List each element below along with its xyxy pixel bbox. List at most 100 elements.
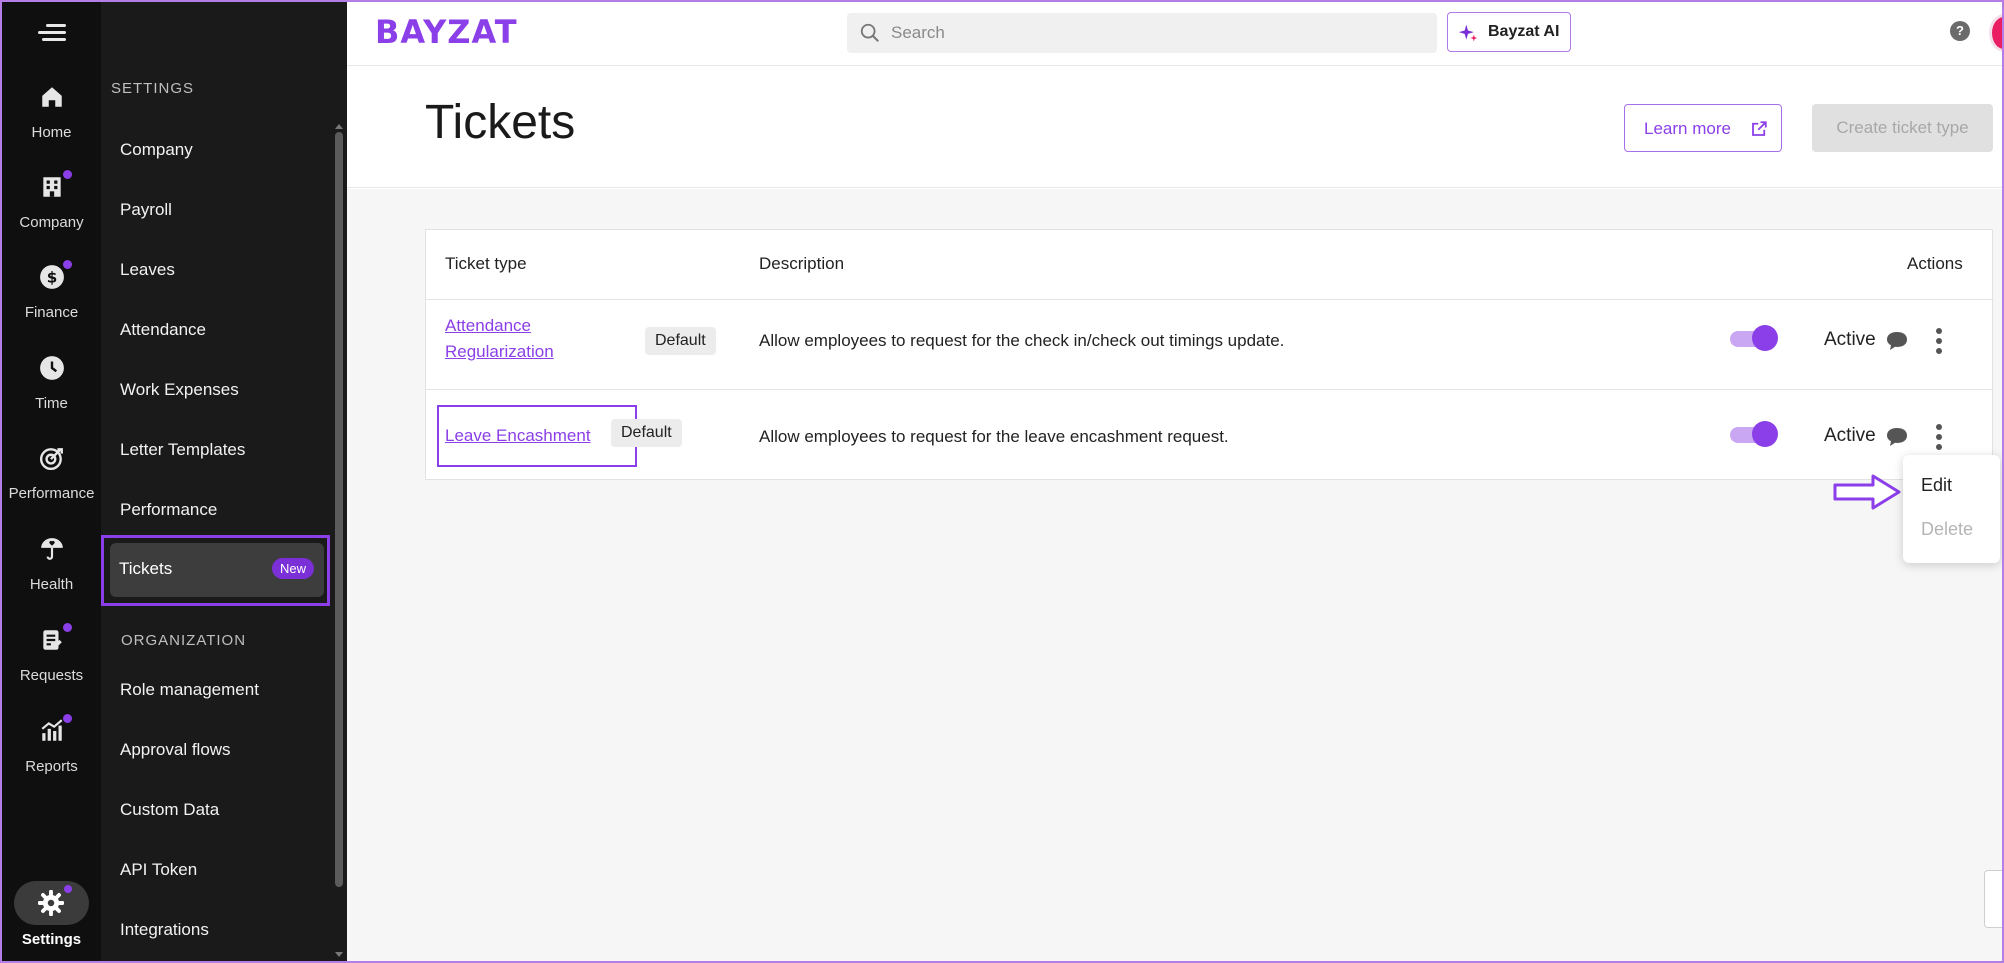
sidebar-item-performance[interactable]: Performance <box>120 500 217 520</box>
sidebar-item-company[interactable]: Company <box>120 140 193 160</box>
rail-label: Performance <box>8 485 95 502</box>
ticket-description: Allow employees to request for the leave… <box>759 427 1229 446</box>
ticket-type-line2: Regularization <box>445 342 554 361</box>
new-badge: New <box>271 558 314 579</box>
home-icon <box>42 87 62 107</box>
ticket-type-link[interactable]: Attendance Regularization <box>445 313 554 365</box>
bayzat-ai-button[interactable]: Bayzat AI <box>1447 12 1571 52</box>
settings-sidebar: SETTINGS Company Payroll Leaves Attendan… <box>101 2 347 961</box>
sidebar-item-role-management[interactable]: Role management <box>120 680 259 700</box>
annotation-arrow-icon <box>1833 474 1901 510</box>
rail-item-finance[interactable]: $ Finance <box>2 260 101 344</box>
sparkle-icon <box>1458 24 1478 42</box>
row-divider <box>426 389 1994 390</box>
rail-item-time[interactable]: Time <box>2 355 101 435</box>
more-actions-icon[interactable] <box>1934 424 1944 450</box>
active-toggle[interactable] <box>1730 325 1778 351</box>
rail-label: Finance <box>24 304 79 321</box>
sidebar-item-integrations[interactable]: Integrations <box>120 920 209 940</box>
rail-label: Company <box>19 214 84 231</box>
sidebar-item-leaves[interactable]: Leaves <box>120 260 175 280</box>
create-ticket-type-label: Create ticket type <box>1836 118 1969 137</box>
search-icon <box>860 23 879 42</box>
toggle-knob <box>1752 325 1778 351</box>
notification-dot <box>63 714 72 723</box>
sidebar-scrollbar[interactable] <box>335 132 343 887</box>
section-heading-settings: SETTINGS <box>111 80 195 97</box>
sidebar-item-letter-templates[interactable]: Letter Templates <box>120 440 245 460</box>
dollar-icon: $ <box>40 265 64 289</box>
edit-menu-item[interactable]: Edit <box>1921 475 1952 496</box>
ticket-type-line1: Attendance <box>445 316 532 335</box>
actions-dropdown: Edit Delete <box>1903 455 2000 563</box>
default-tag: Default <box>611 419 682 447</box>
notification-dot <box>64 885 72 893</box>
row-divider <box>426 299 1994 300</box>
bayzat-logo[interactable]: BAYZAT <box>375 13 518 51</box>
status-label: Active <box>1824 329 1876 350</box>
gear-icon <box>38 890 64 916</box>
search-input[interactable] <box>891 13 1421 53</box>
notification-dot <box>63 170 72 179</box>
icon-rail: Home Company $ Finance Time Performance … <box>2 2 101 961</box>
clipboard-icon <box>43 630 62 650</box>
avatar[interactable] <box>1989 14 2002 52</box>
comment-icon[interactable] <box>1885 330 1909 352</box>
sidebar-item-custom-data[interactable]: Custom Data <box>120 800 219 820</box>
more-actions-icon[interactable] <box>1934 328 1944 354</box>
target-icon <box>39 448 63 471</box>
status-label: Active <box>1824 425 1876 446</box>
chart-icon <box>41 719 63 741</box>
external-link-icon <box>1752 121 1767 136</box>
rail-item-company[interactable]: Company <box>2 170 101 254</box>
ticket-description: Allow employees to request for the check… <box>759 331 1285 350</box>
scroll-down-arrow[interactable] <box>335 952 343 957</box>
top-bar: BAYZAT Bayzat AI ? <box>347 2 2002 66</box>
delete-menu-item[interactable]: Delete <box>1921 519 1973 540</box>
rail-label-settings: Settings <box>21 931 82 948</box>
active-toggle[interactable] <box>1730 421 1778 447</box>
section-heading-organization: ORGANIZATION <box>121 632 247 649</box>
ticket-type-link[interactable]: Leave Encashment <box>445 423 591 449</box>
comment-icon[interactable] <box>1885 426 1909 448</box>
scroll-up-arrow[interactable] <box>335 124 343 129</box>
main-content: Ticket type Description Actions Attendan… <box>347 189 2002 961</box>
sidebar-item-payroll[interactable]: Payroll <box>120 200 172 220</box>
rail-item-settings[interactable] <box>14 881 89 925</box>
sidebar-item-approval-flows[interactable]: Approval flows <box>120 740 231 760</box>
sidebar-item-label: Tickets <box>119 559 173 578</box>
rail-label: Health <box>29 576 74 593</box>
sidebar-item-attendance[interactable]: Attendance <box>120 320 206 340</box>
column-header-ticket-type: Ticket type <box>445 254 527 273</box>
page-header: Tickets Learn more Create ticket type <box>347 67 2002 188</box>
rail-label: Time <box>35 395 68 412</box>
rail-label: Reports <box>25 758 78 775</box>
page-title: Tickets <box>425 96 576 149</box>
rail-item-reports[interactable]: Reports <box>2 714 101 798</box>
rail-item-requests[interactable]: Requests <box>2 623 101 707</box>
create-ticket-type-button[interactable]: Create ticket type <box>1812 104 1993 152</box>
hamburger-menu-icon[interactable] <box>38 22 66 44</box>
ticket-types-table: Ticket type Description Actions Attendan… <box>425 229 1994 480</box>
rail-label: Home <box>31 124 72 141</box>
sidebar-item-tickets[interactable]: Tickets New <box>110 543 324 597</box>
app-window: Home Company $ Finance Time Performance … <box>0 0 2004 963</box>
clock-icon <box>40 356 64 380</box>
sidebar-item-api-token[interactable]: API Token <box>120 860 197 880</box>
rail-item-health[interactable]: Health <box>2 536 101 616</box>
column-header-actions: Actions <box>1907 254 1963 273</box>
rail-item-home[interactable]: Home <box>2 84 101 164</box>
notification-dot <box>63 623 72 632</box>
sidebar-item-work-expenses[interactable]: Work Expenses <box>120 380 239 400</box>
column-header-description: Description <box>759 254 845 273</box>
help-icon[interactable]: ? <box>1950 21 1970 41</box>
default-tag: Default <box>645 327 716 355</box>
search-bar[interactable] <box>847 13 1437 53</box>
building-icon <box>43 177 61 197</box>
learn-more-button[interactable]: Learn more <box>1624 104 1782 152</box>
rail-item-performance[interactable]: Performance <box>2 445 101 525</box>
side-widget-tab[interactable] <box>1984 870 2002 928</box>
toggle-knob <box>1752 421 1778 447</box>
bayzat-ai-label: Bayzat AI <box>1488 23 1560 40</box>
svg-text:$: $ <box>47 268 58 286</box>
